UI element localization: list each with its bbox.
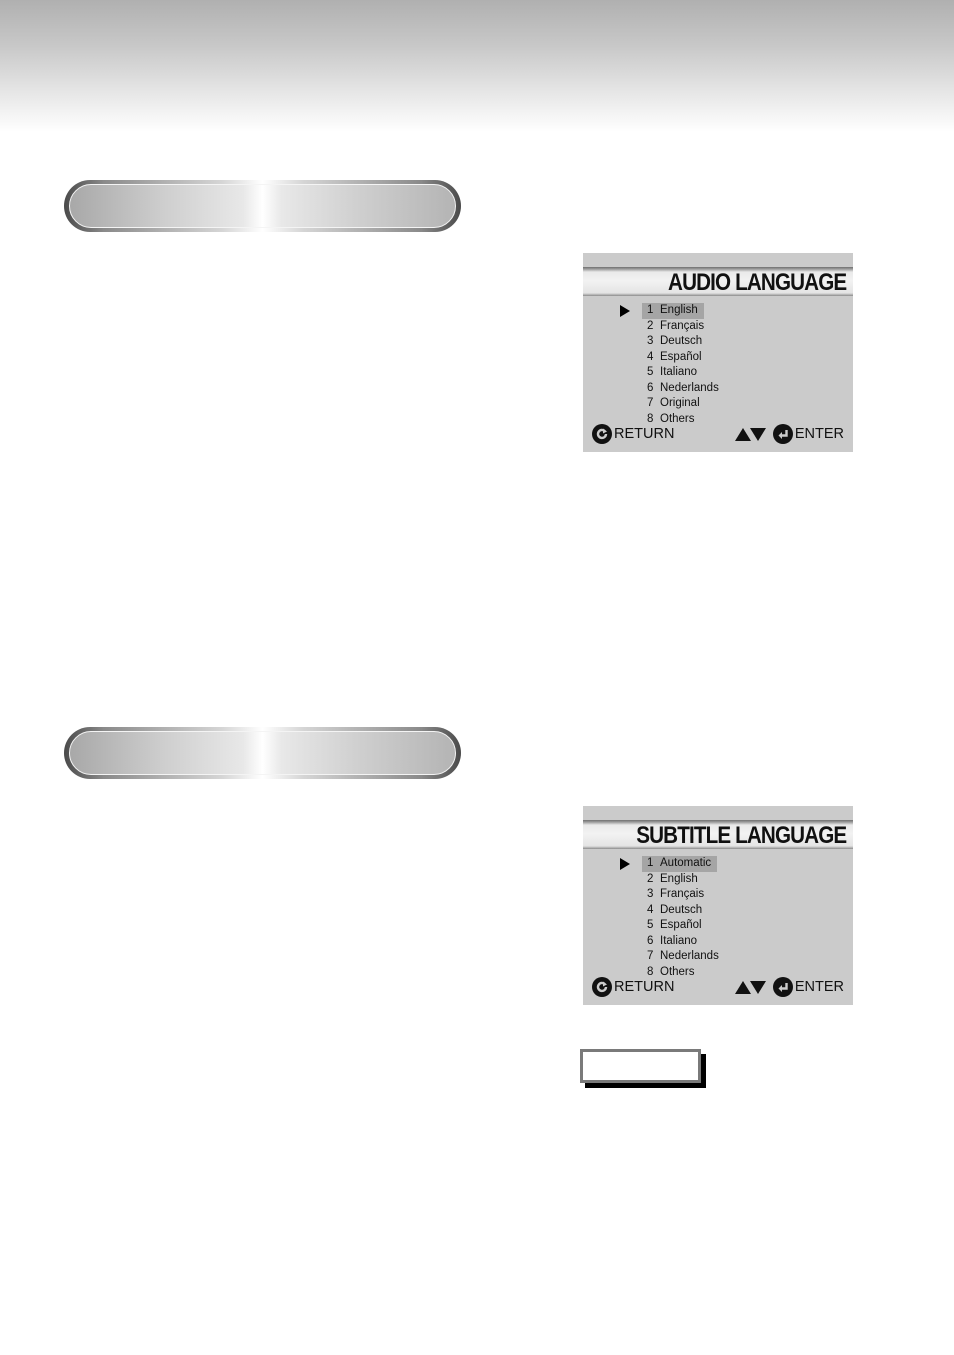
item-label: Nederlands (660, 381, 719, 394)
return-button[interactable]: RETURN (592, 423, 674, 445)
menu-item[interactable]: 3 Deutsch (642, 334, 708, 350)
item-label: Automatic (660, 857, 712, 869)
down-arrow-icon (749, 427, 766, 441)
item-label: Deutsch (660, 335, 703, 347)
menu-title: AUDIO LANGUAGE (667, 269, 847, 296)
menu-item[interactable]: 4 Español (642, 350, 708, 366)
item-label: Italiano (660, 366, 698, 378)
item-number: 3 (647, 888, 654, 900)
item-label: Italiano (660, 934, 698, 947)
menu-item[interactable]: 6 Nederlands (642, 381, 725, 397)
up-arrow-icon (734, 980, 751, 994)
selection-arrow-icon (620, 858, 630, 870)
menu-item[interactable]: 2 English (642, 872, 704, 888)
item-number: 6 (647, 381, 654, 394)
menu-item[interactable]: 4 Deutsch (642, 903, 708, 919)
enter-label: ENTER (794, 979, 844, 995)
item-number: 6 (647, 934, 654, 947)
item-label: Español (660, 350, 702, 363)
section-heading-bar-inner (69, 184, 456, 228)
enter-icon (772, 977, 793, 997)
enter-label: ENTER (794, 426, 844, 442)
item-number: 2 (647, 319, 654, 332)
enter-button[interactable]: ENTER (734, 423, 844, 445)
item-label: Nederlands (660, 950, 719, 962)
item-number: 4 (647, 350, 654, 363)
header-gradient-band (0, 0, 954, 132)
menu-title: SUBTITLE LANGUAGE (635, 822, 847, 849)
item-number: 7 (647, 397, 654, 409)
menu-item[interactable]: 1 Automatic (642, 856, 718, 872)
item-label: English (660, 872, 698, 885)
item-number: 2 (647, 872, 654, 885)
menu-item[interactable]: 5 Italiano (642, 365, 703, 381)
item-label: Français (660, 888, 705, 900)
menu-item[interactable]: 7 Nederlands (642, 949, 725, 965)
item-number: 3 (647, 335, 654, 347)
enter-icon (772, 424, 793, 444)
item-number: 5 (647, 366, 654, 378)
section-heading-bar-subtitle (64, 727, 461, 779)
up-arrow-icon (734, 427, 751, 441)
return-label: RETURN (614, 426, 675, 442)
menu-item[interactable]: 2 Français (642, 319, 710, 335)
item-label: Deutsch (660, 903, 703, 916)
item-label: Español (660, 919, 702, 931)
item-number: 7 (647, 950, 654, 962)
item-number: 5 (647, 919, 654, 931)
section-heading-bar-audio (64, 180, 461, 232)
menu-footer: RETURN ENTER (592, 976, 844, 998)
item-label: English (660, 304, 698, 316)
return-label: RETURN (614, 979, 675, 995)
enter-button[interactable]: ENTER (734, 976, 844, 998)
subtitle-language-menu: SUBTITLE LANGUAGE 1 Automatic 2 English 3F… (583, 806, 853, 1005)
item-number: 1 (647, 857, 654, 869)
menu-item[interactable]: 6 Italiano (642, 934, 703, 950)
menu-item[interactable]: 1 English (642, 303, 704, 319)
menu-item[interactable]: 5 Español (642, 918, 708, 934)
return-icon (592, 424, 612, 444)
return-button[interactable]: RETURN (592, 976, 674, 998)
item-number: 4 (647, 903, 654, 916)
item-label: Original (660, 397, 700, 409)
note-label-box (580, 1049, 701, 1083)
menu-list: 1 English 2 Français 3 Deutsch 4 Español 5 It… (642, 303, 725, 427)
return-icon (592, 977, 612, 997)
menu-list: 1 Automatic 2 English 3 Français 4 Deutsch 5… (642, 856, 725, 980)
down-arrow-icon (749, 980, 766, 994)
menu-footer: RETURN ENTER (592, 423, 844, 445)
menu-item[interactable]: 7 Original (642, 396, 706, 412)
selection-arrow-icon (620, 305, 630, 317)
audio-language-menu: AUDIO LANGUAGE 1 English 2 Français 3 Deuts… (583, 253, 853, 452)
item-number: 1 (647, 304, 654, 316)
item-label: Français (660, 319, 705, 332)
menu-item[interactable]: 3 Français (642, 887, 710, 903)
section-heading-bar-inner (69, 731, 456, 775)
